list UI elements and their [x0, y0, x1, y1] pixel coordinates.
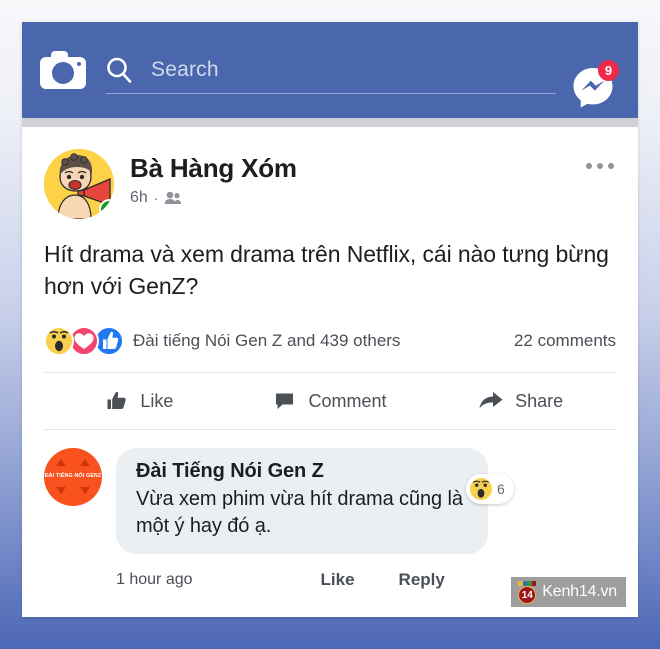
- comment-text: Vừa xem phim vừa hít drama cũng là một ý…: [136, 488, 463, 538]
- comments-count[interactable]: 22 comments: [514, 331, 616, 351]
- watermark: 14 Kenh14.vn: [511, 577, 626, 607]
- like-button-label: Like: [140, 390, 174, 411]
- share-arrow-icon: [479, 392, 503, 409]
- camera-icon[interactable]: [40, 51, 86, 89]
- reaction-summary-row: Đài tiếng Nói Gen Z and 439 others 22 co…: [44, 326, 616, 372]
- reaction-icons[interactable]: [44, 326, 124, 357]
- share-button-label: Share: [515, 390, 564, 411]
- search-underline: [106, 93, 556, 94]
- share-button[interactable]: Share: [425, 389, 616, 413]
- online-status-dot: [99, 199, 114, 219]
- comment-button-label: Comment: [308, 390, 387, 411]
- comment-reply-button[interactable]: Reply: [399, 570, 445, 590]
- post-author-meta: Bà Hàng Xóm 6h ·: [130, 149, 297, 207]
- comment-reaction-badge[interactable]: 6: [466, 474, 514, 505]
- comment-bubble-icon: [276, 393, 294, 410]
- search-input[interactable]: Search: [151, 58, 219, 82]
- wow-reaction-icon: [470, 478, 492, 501]
- search-icon: [107, 57, 132, 83]
- friends-icon[interactable]: [164, 191, 182, 205]
- facebook-post-card: Search 9 Bà Hàng Xóm 6h · Hít drama và x…: [22, 22, 638, 617]
- comment-avatar-label: ĐÀI TIẾNG NÓI GENZ: [44, 473, 102, 480]
- comment-author-name[interactable]: Đài Tiếng Nói Gen Z: [136, 460, 468, 483]
- comment-like-button[interactable]: Like: [321, 570, 355, 590]
- messenger-unread-badge: 9: [598, 60, 619, 81]
- comment-reaction-count: 6: [497, 481, 505, 498]
- comment-button[interactable]: Comment: [235, 389, 426, 413]
- comment-item: ĐÀI TIẾNG NÓI GENZ Đài Tiếng Nói Gen Z V…: [44, 430, 616, 554]
- search-bar[interactable]: Search: [104, 40, 556, 100]
- post-action-bar: Like Comment Share: [44, 373, 616, 429]
- post-author-name[interactable]: Bà Hàng Xóm: [130, 153, 297, 184]
- thumbs-up-icon: [107, 392, 127, 410]
- comment-bubble: Đài Tiếng Nói Gen Z Vừa xem phim vừa hít…: [116, 448, 488, 554]
- meta-separator: ·: [153, 190, 159, 206]
- comment-timestamp: 1 hour ago: [116, 570, 193, 588]
- post-text: Hít drama và xem drama trên Netflix, cái…: [44, 241, 609, 299]
- avatar[interactable]: [44, 149, 114, 219]
- more-options-icon[interactable]: [586, 163, 614, 169]
- post-container: Bà Hàng Xóm 6h · Hít drama và xem drama …: [22, 127, 638, 596]
- header-divider: [22, 118, 638, 127]
- post-meta-row: 6h ·: [130, 189, 297, 207]
- like-button[interactable]: Like: [44, 389, 235, 413]
- post-header: Bà Hàng Xóm 6h ·: [44, 127, 616, 219]
- comment-bubble-wrap: Đài Tiếng Nói Gen Z Vừa xem phim vừa hít…: [116, 448, 616, 554]
- wow-reaction-icon: [44, 326, 74, 357]
- comment-avatar[interactable]: ĐÀI TIẾNG NÓI GENZ: [44, 448, 102, 507]
- post-timestamp: 6h: [130, 189, 148, 206]
- watermark-label: Kenh14.vn: [542, 583, 617, 600]
- kenh14-logo-icon: 14: [517, 581, 537, 604]
- messenger-icon[interactable]: 9: [570, 60, 619, 110]
- app-header: Search 9: [22, 22, 638, 118]
- reaction-summary-text[interactable]: Đài tiếng Nói Gen Z and 439 others: [133, 331, 400, 351]
- kenh14-logo-number: 14: [518, 586, 537, 604]
